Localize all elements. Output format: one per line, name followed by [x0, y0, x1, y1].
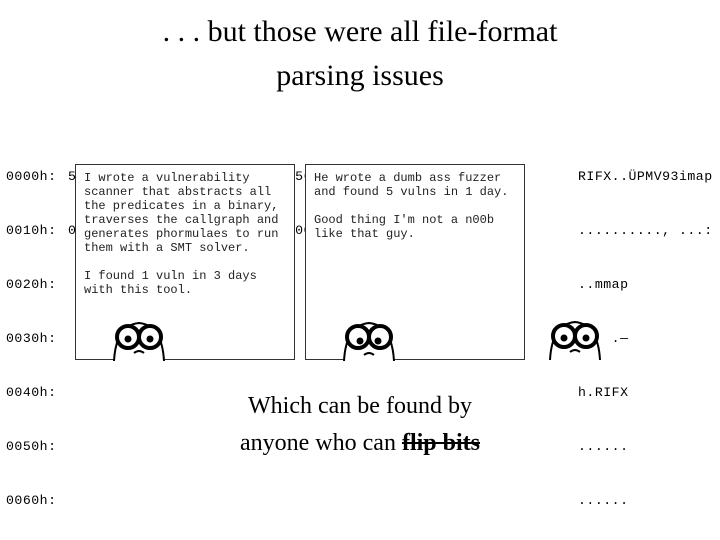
meme-panel-left: I wrote a vulnerability scanner that abs…	[75, 164, 295, 360]
title-line-2: parsing issues	[0, 54, 720, 98]
bottom-caption: Which can be found by anyone who can fli…	[0, 388, 720, 462]
meme-right-text-1: He wrote a dumb ass fuzzer and found 5 v…	[314, 171, 508, 199]
nerd-face-icon	[334, 305, 404, 361]
caption-line-1: Which can be found by	[248, 393, 472, 419]
hex-row: 0060h:......	[6, 492, 714, 510]
nerd-face-icon	[540, 304, 610, 360]
caption-flip-bits: flip bits	[402, 430, 480, 456]
meme-left-text-1: I wrote a vulnerability scanner that abs…	[84, 171, 278, 255]
meme-panel-right: He wrote a dumb ass fuzzer and found 5 v…	[305, 164, 525, 360]
title-line-1: . . . but those were all file-format	[163, 15, 558, 48]
caption-line-2-pre: anyone who can	[240, 430, 402, 456]
meme-left-text-2: I found 1 vuln in 3 days with this tool.	[84, 269, 257, 297]
nerd-face-icon	[104, 305, 174, 361]
meme-right-text-2: Good thing I'm not a n00b like that guy.	[314, 213, 494, 241]
slide-title: . . . but those were all file-format par…	[0, 0, 720, 97]
